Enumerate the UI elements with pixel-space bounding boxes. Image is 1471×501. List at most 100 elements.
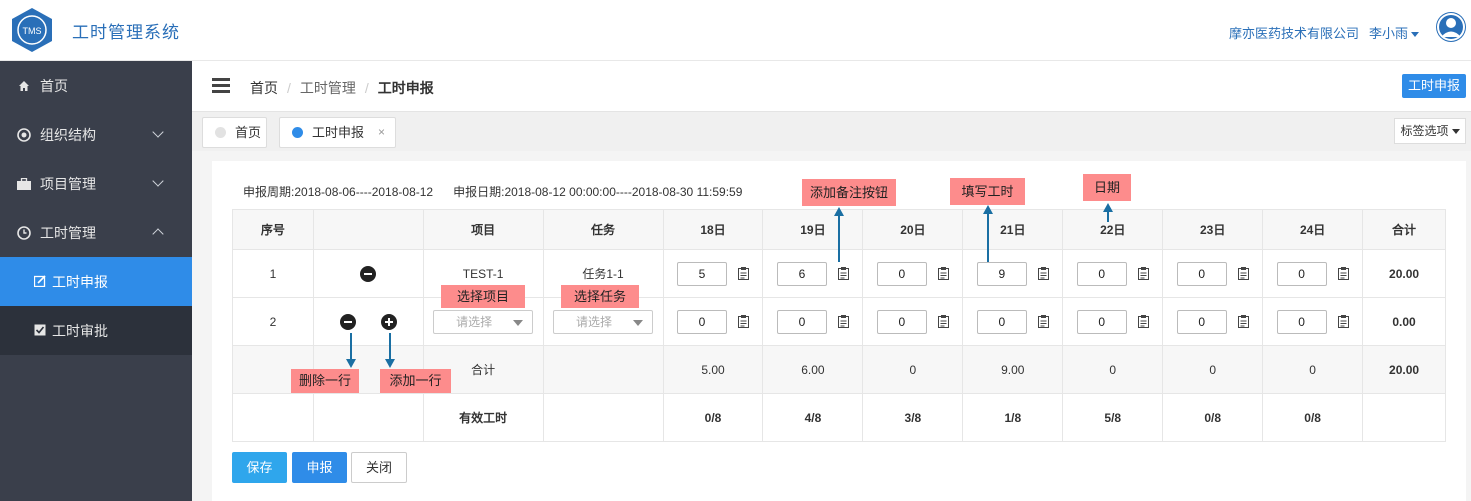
note-icon[interactable] xyxy=(1237,315,1249,328)
tab-status-dot xyxy=(215,127,226,138)
day-sum: 5.00 xyxy=(662,345,764,394)
hours-input[interactable]: 0 xyxy=(876,261,927,286)
project-select[interactable]: 请选择 xyxy=(433,309,534,334)
briefcase-icon xyxy=(16,177,32,190)
top-header: TMS 工时管理系统 摩亦医药技术有限公司 李小雨 xyxy=(0,0,1471,61)
col-header-day: 21日 xyxy=(962,209,1064,250)
hours-input[interactable]: 0 xyxy=(1076,309,1127,334)
close-icon[interactable]: × xyxy=(378,118,385,147)
note-icon[interactable] xyxy=(837,315,849,328)
add-row-icon[interactable] xyxy=(380,313,397,330)
sidebar-subitem-timesheet-approve[interactable]: 工时审批 xyxy=(0,306,192,355)
note-icon[interactable] xyxy=(738,267,749,280)
hours-input[interactable]: 0 xyxy=(976,309,1027,334)
user-menu[interactable]: 李小雨 xyxy=(1369,23,1420,42)
hours-input[interactable]: 0 xyxy=(876,309,927,334)
day-sum: 0 xyxy=(862,345,964,394)
col-header-day: 18日 xyxy=(662,209,764,250)
svg-text:TMS: TMS xyxy=(23,26,42,36)
note-icon[interactable] xyxy=(1137,267,1149,280)
company-name[interactable]: 摩亦医药技术有限公司 xyxy=(1229,23,1359,42)
hours-input[interactable]: 0 xyxy=(776,309,827,334)
sidebar-item-label: 首页 xyxy=(40,77,68,94)
check-square-icon xyxy=(34,323,46,339)
annotation-arrow xyxy=(838,214,840,262)
sidebar-subitem-label: 工时申报 xyxy=(52,273,108,290)
user-name: 李小雨 xyxy=(1369,26,1409,41)
tms-logo: TMS xyxy=(12,8,52,52)
caret-down-icon xyxy=(1451,129,1460,135)
hours-input[interactable]: 9 xyxy=(976,261,1027,286)
row-total: 20.00 xyxy=(1362,249,1446,298)
note-icon[interactable] xyxy=(1337,267,1349,280)
effective-hours: 3/8 xyxy=(862,393,964,442)
col-header-total: 合计 xyxy=(1362,209,1446,250)
period-cycle-value: 2018-08-06----2018-08-12 xyxy=(294,185,434,199)
chevron-down-icon xyxy=(152,126,164,138)
arrow-up-icon xyxy=(834,207,844,216)
hours-input[interactable]: 5 xyxy=(677,261,727,286)
annotation-arrow xyxy=(389,333,391,359)
note-icon[interactable] xyxy=(738,315,749,328)
effective-label: 有效工时 xyxy=(422,393,544,442)
note-icon[interactable] xyxy=(937,315,949,328)
sidebar-item-projects[interactable]: 项目管理 xyxy=(0,159,192,208)
note-icon[interactable] xyxy=(1237,267,1249,280)
hours-input[interactable]: 0 xyxy=(677,309,727,334)
sidebar-item-org[interactable]: 组织结构 xyxy=(0,110,192,159)
breadcrumb-section[interactable]: 工时管理 xyxy=(300,80,356,96)
close-button[interactable]: 关闭 xyxy=(351,452,407,483)
col-header-project: 项目 xyxy=(422,209,544,250)
remove-row-icon[interactable] xyxy=(339,313,356,330)
hours-input[interactable]: 0 xyxy=(1176,261,1227,286)
row-total: 0.00 xyxy=(1362,297,1446,346)
effective-hours: 0/8 xyxy=(1162,393,1264,442)
arrow-down-icon xyxy=(346,359,356,368)
avatar[interactable] xyxy=(1436,12,1466,42)
sidebar-item-label: 项目管理 xyxy=(40,175,96,192)
task-select[interactable]: 请选择 xyxy=(553,309,654,334)
remove-row-icon[interactable] xyxy=(360,265,377,282)
sidebar-item-home[interactable]: 首页 xyxy=(0,61,192,110)
timesheet-report-button[interactable]: 工时申报 xyxy=(1402,74,1466,98)
hours-input[interactable]: 0 xyxy=(1076,261,1127,286)
note-icon[interactable] xyxy=(1337,315,1349,328)
col-header-day: 22日 xyxy=(1062,209,1164,250)
hours-input[interactable]: 0 xyxy=(1276,261,1327,286)
tab-timesheet-report[interactable]: 工时申报 × xyxy=(279,117,396,148)
day-sum: 0 xyxy=(1262,345,1364,394)
save-button[interactable]: 保存 xyxy=(232,452,287,483)
breadcrumb-home[interactable]: 首页 xyxy=(250,80,278,96)
hours-input[interactable]: 6 xyxy=(776,261,827,286)
project-select-placeholder: 请选择 xyxy=(456,314,493,329)
tab-home[interactable]: 首页 xyxy=(202,117,267,148)
clock-icon xyxy=(16,225,32,240)
app-title: 工时管理系统 xyxy=(72,23,180,42)
hours-input[interactable]: 0 xyxy=(1176,309,1227,334)
sidebar-subitem-label: 工时审批 xyxy=(52,322,108,339)
submit-button[interactable]: 申报 xyxy=(292,452,347,483)
sidebar-item-timesheet[interactable]: 工时管理 xyxy=(0,208,192,257)
annotation-date: 日期 xyxy=(1083,174,1131,201)
note-icon[interactable] xyxy=(1137,315,1149,328)
hours-input[interactable]: 0 xyxy=(1276,309,1327,334)
sidebar-subitem-timesheet-report[interactable]: 工时申报 xyxy=(0,257,192,306)
day-sum: 0 xyxy=(1062,345,1164,394)
breadcrumb-current: 工时申报 xyxy=(377,80,434,96)
org-icon xyxy=(16,127,32,142)
note-icon[interactable] xyxy=(937,267,949,280)
menu-toggle-icon[interactable] xyxy=(212,78,230,93)
row-number: 1 xyxy=(232,249,314,298)
annotation-arrow xyxy=(350,333,352,359)
caret-down-icon xyxy=(513,319,524,326)
tab-options-dropdown[interactable]: 标签选项 xyxy=(1394,118,1466,144)
effective-hours: 4/8 xyxy=(762,393,864,442)
annotation-fill-hours: 填写工时 xyxy=(950,178,1025,205)
effective-hours: 5/8 xyxy=(1062,393,1164,442)
note-icon[interactable] xyxy=(1037,315,1049,328)
day-sum: 9.00 xyxy=(962,345,1064,394)
note-icon[interactable] xyxy=(837,267,849,280)
tab-label: 工时申报 xyxy=(312,125,365,140)
note-icon[interactable] xyxy=(1037,267,1049,280)
effective-hours: 0/8 xyxy=(662,393,764,442)
